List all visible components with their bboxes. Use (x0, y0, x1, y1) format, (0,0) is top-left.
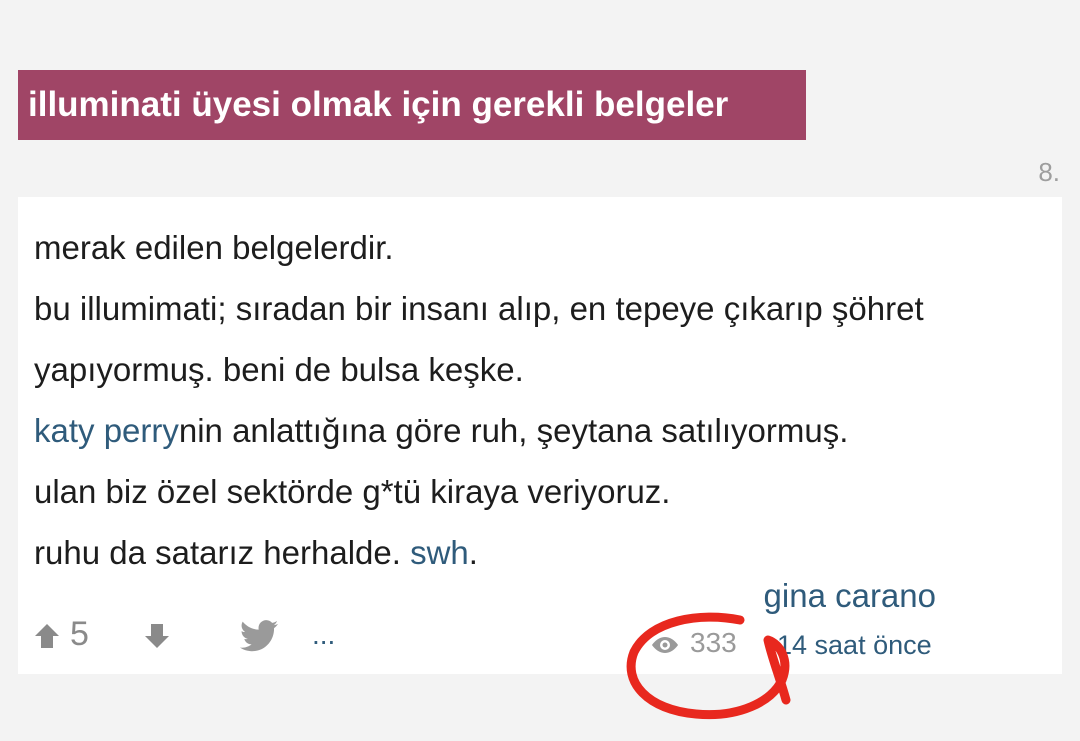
entry-footer: 5 ... 333 14 saat önce (32, 615, 1052, 665)
entry-content: merak edilen belgelerdir. bu illumimati;… (34, 217, 1050, 583)
content-text: ruhu da satarız herhalde. (34, 534, 411, 571)
entry-title[interactable]: illuminati üyesi olmak için gerekli belg… (18, 70, 806, 140)
more-button[interactable]: ... (312, 619, 335, 651)
entry-number: 8. (1038, 157, 1060, 187)
content-text: . (468, 534, 478, 571)
content-line: merak edilen belgelerdir. (34, 229, 394, 266)
eye-icon (652, 637, 678, 653)
content-line: bu illumimati; sıradan bir insanı alıp, … (34, 290, 924, 327)
arrow-up-icon[interactable] (32, 621, 62, 651)
view-count: 333 (690, 627, 737, 658)
author-link[interactable]: gina carano (764, 577, 936, 615)
content-line: katy perrynin anlattığına göre ruh, şeyt… (34, 400, 1050, 461)
content-line: ulan biz özel sektörde g*tü kiraya veriy… (34, 473, 671, 510)
katy-perry-link[interactable]: katy perry (34, 412, 179, 449)
entry-card: merak edilen belgelerdir. bu illumimati;… (18, 197, 1062, 674)
swh-link[interactable]: swh (410, 534, 469, 571)
entry-timestamp[interactable]: 14 saat önce (777, 630, 932, 661)
vote-count: 5 (70, 615, 89, 653)
content-line: ruhu da satarız herhalde. swh. (34, 522, 1050, 583)
arrow-down-icon[interactable] (142, 621, 172, 651)
content-text: nin anlattığına göre ruh, şeytana satılı… (178, 412, 849, 449)
content-line: yapıyormuş. beni de bulsa keşke. (34, 351, 524, 388)
twitter-icon[interactable] (240, 619, 278, 653)
